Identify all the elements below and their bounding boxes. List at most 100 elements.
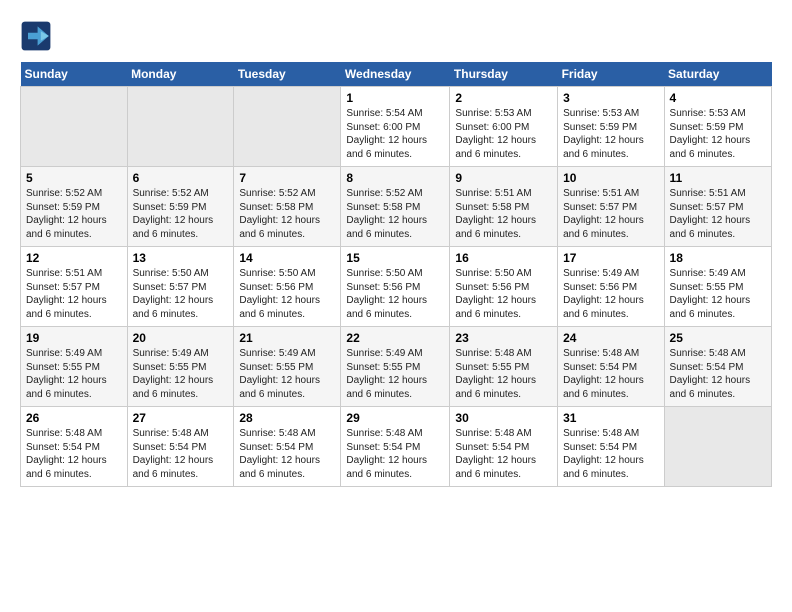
day-number: 17 [563, 251, 658, 265]
day-info: Sunrise: 5:49 AM Sunset: 5:56 PM Dayligh… [563, 267, 658, 321]
day-info: Sunrise: 5:49 AM Sunset: 5:55 PM Dayligh… [670, 267, 766, 321]
day-info: Sunrise: 5:50 AM Sunset: 5:56 PM Dayligh… [455, 267, 552, 321]
day-info: Sunrise: 5:48 AM Sunset: 5:54 PM Dayligh… [455, 427, 552, 481]
day-info: Sunrise: 5:48 AM Sunset: 5:55 PM Dayligh… [455, 347, 552, 401]
day-info: Sunrise: 5:50 AM Sunset: 5:56 PM Dayligh… [346, 267, 444, 321]
day-info: Sunrise: 5:53 AM Sunset: 5:59 PM Dayligh… [563, 107, 658, 161]
day-number: 11 [670, 171, 766, 185]
calendar-cell: 22 Sunrise: 5:49 AM Sunset: 5:55 PM Dayli… [341, 327, 450, 407]
day-info: Sunrise: 5:52 AM Sunset: 5:58 PM Dayligh… [239, 187, 335, 241]
day-info: Sunrise: 5:49 AM Sunset: 5:55 PM Dayligh… [346, 347, 444, 401]
day-info: Sunrise: 5:49 AM Sunset: 5:55 PM Dayligh… [239, 347, 335, 401]
day-info: Sunrise: 5:53 AM Sunset: 6:00 PM Dayligh… [455, 107, 552, 161]
calendar-cell: 30 Sunrise: 5:48 AM Sunset: 5:54 PM Dayli… [450, 407, 558, 487]
day-number: 26 [26, 411, 122, 425]
day-number: 2 [455, 91, 552, 105]
calendar-week-row: 5Sunrise: 5:52 AM Sunset: 5:59 PM Daylig… [21, 167, 772, 247]
calendar-cell: 11Sunrise: 5:51 AM Sunset: 5:57 PM Dayli… [664, 167, 771, 247]
weekday-header-monday: Monday [127, 62, 234, 87]
day-info: Sunrise: 5:53 AM Sunset: 5:59 PM Dayligh… [670, 107, 766, 161]
logo-icon [20, 20, 52, 52]
day-number: 25 [670, 331, 766, 345]
day-number: 31 [563, 411, 658, 425]
calendar-cell: 10 Sunrise: 5:51 AM Sunset: 5:57 PM Dayli… [558, 167, 664, 247]
calendar-week-row: 1 Sunrise: 5:54 AM Sunset: 6:00 PM Daylig… [21, 87, 772, 167]
calendar-cell: 3 Sunrise: 5:53 AM Sunset: 5:59 PM Daylig… [558, 87, 664, 167]
day-info: Sunrise: 5:48 AM Sunset: 5:54 PM Dayligh… [239, 427, 335, 481]
calendar-cell: 17 Sunrise: 5:49 AM Sunset: 5:56 PM Dayli… [558, 247, 664, 327]
day-number: 20 [133, 331, 229, 345]
calendar-cell: 13 Sunrise: 5:50 AM Sunset: 5:57 PM Dayli… [127, 247, 234, 327]
day-info: Sunrise: 5:50 AM Sunset: 5:57 PM Dayligh… [133, 267, 229, 321]
calendar-cell: 27Sunrise: 5:48 AM Sunset: 5:54 PM Dayli… [127, 407, 234, 487]
calendar-cell: 9 Sunrise: 5:51 AM Sunset: 5:58 PM Daylig… [450, 167, 558, 247]
day-info: Sunrise: 5:48 AM Sunset: 5:54 PM Dayligh… [346, 427, 444, 481]
day-number: 3 [563, 91, 658, 105]
calendar-cell: 18 Sunrise: 5:49 AM Sunset: 5:55 PM Dayli… [664, 247, 771, 327]
day-number: 4 [670, 91, 766, 105]
calendar-cell: 24 Sunrise: 5:48 AM Sunset: 5:54 PM Dayli… [558, 327, 664, 407]
calendar-table: SundayMondayTuesdayWednesdayThursdayFrid… [20, 62, 772, 487]
day-number: 28 [239, 411, 335, 425]
calendar-cell [127, 87, 234, 167]
day-number: 23 [455, 331, 552, 345]
day-number: 21 [239, 331, 335, 345]
calendar-cell: 23 Sunrise: 5:48 AM Sunset: 5:55 PM Dayli… [450, 327, 558, 407]
day-number: 22 [346, 331, 444, 345]
calendar-cell: 25 Sunrise: 5:48 AM Sunset: 5:54 PM Dayli… [664, 327, 771, 407]
day-info: Sunrise: 5:51 AM Sunset: 5:57 PM Dayligh… [26, 267, 122, 321]
weekday-header-friday: Friday [558, 62, 664, 87]
day-number: 9 [455, 171, 552, 185]
day-number: 24 [563, 331, 658, 345]
calendar-cell: 16 Sunrise: 5:50 AM Sunset: 5:56 PM Dayli… [450, 247, 558, 327]
calendar-cell [664, 407, 771, 487]
day-info: Sunrise: 5:49 AM Sunset: 5:55 PM Dayligh… [133, 347, 229, 401]
calendar-cell [234, 87, 341, 167]
day-info: Sunrise: 5:49 AM Sunset: 5:55 PM Dayligh… [26, 347, 122, 401]
calendar-cell: 7 Sunrise: 5:52 AM Sunset: 5:58 PM Daylig… [234, 167, 341, 247]
day-number: 30 [455, 411, 552, 425]
calendar-cell: 4 Sunrise: 5:53 AM Sunset: 5:59 PM Daylig… [664, 87, 771, 167]
day-number: 18 [670, 251, 766, 265]
day-number: 10 [563, 171, 658, 185]
day-info: Sunrise: 5:48 AM Sunset: 5:54 PM Dayligh… [563, 347, 658, 401]
day-info: Sunrise: 5:52 AM Sunset: 5:59 PM Dayligh… [133, 187, 229, 241]
day-number: 8 [346, 171, 444, 185]
day-number: 13 [133, 251, 229, 265]
calendar-cell: 19 Sunrise: 5:49 AM Sunset: 5:55 PM Dayli… [21, 327, 128, 407]
day-number: 16 [455, 251, 552, 265]
weekday-header-sunday: Sunday [21, 62, 128, 87]
weekday-header-thursday: Thursday [450, 62, 558, 87]
calendar-cell [21, 87, 128, 167]
day-info: Sunrise: 5:50 AM Sunset: 5:56 PM Dayligh… [239, 267, 335, 321]
day-info: Sunrise: 5:51 AM Sunset: 5:57 PM Dayligh… [563, 187, 658, 241]
calendar-cell: 12 Sunrise: 5:51 AM Sunset: 5:57 PM Dayli… [21, 247, 128, 327]
calendar-cell: 6 Sunrise: 5:52 AM Sunset: 5:59 PM Daylig… [127, 167, 234, 247]
weekday-header-tuesday: Tuesday [234, 62, 341, 87]
day-info: Sunrise: 5:48 AM Sunset: 5:54 PM Dayligh… [563, 427, 658, 481]
calendar-cell: 26 Sunrise: 5:48 AM Sunset: 5:54 PM Dayli… [21, 407, 128, 487]
day-number: 14 [239, 251, 335, 265]
day-number: 15 [346, 251, 444, 265]
day-info: Sunrise: 5:52 AM Sunset: 5:59 PM Dayligh… [26, 187, 122, 241]
calendar-week-row: 12 Sunrise: 5:51 AM Sunset: 5:57 PM Dayli… [21, 247, 772, 327]
calendar-cell: 2 Sunrise: 5:53 AM Sunset: 6:00 PM Daylig… [450, 87, 558, 167]
day-info: Sunrise: 5:54 AM Sunset: 6:00 PM Dayligh… [346, 107, 444, 161]
day-number: 1 [346, 91, 444, 105]
weekday-header-saturday: Saturday [664, 62, 771, 87]
calendar-cell: 5Sunrise: 5:52 AM Sunset: 5:59 PM Daylig… [21, 167, 128, 247]
day-number: 7 [239, 171, 335, 185]
day-info: Sunrise: 5:48 AM Sunset: 5:54 PM Dayligh… [670, 347, 766, 401]
day-info: Sunrise: 5:51 AM Sunset: 5:58 PM Dayligh… [455, 187, 552, 241]
day-info: Sunrise: 5:48 AM Sunset: 5:54 PM Dayligh… [26, 427, 122, 481]
calendar-cell: 1 Sunrise: 5:54 AM Sunset: 6:00 PM Daylig… [341, 87, 450, 167]
day-number: 6 [133, 171, 229, 185]
calendar-cell: 15 Sunrise: 5:50 AM Sunset: 5:56 PM Dayli… [341, 247, 450, 327]
calendar-cell: 14 Sunrise: 5:50 AM Sunset: 5:56 PM Dayli… [234, 247, 341, 327]
logo [20, 20, 56, 52]
day-number: 19 [26, 331, 122, 345]
day-info: Sunrise: 5:52 AM Sunset: 5:58 PM Dayligh… [346, 187, 444, 241]
calendar-week-row: 19 Sunrise: 5:49 AM Sunset: 5:55 PM Dayli… [21, 327, 772, 407]
day-number: 12 [26, 251, 122, 265]
calendar-cell: 28 Sunrise: 5:48 AM Sunset: 5:54 PM Dayli… [234, 407, 341, 487]
